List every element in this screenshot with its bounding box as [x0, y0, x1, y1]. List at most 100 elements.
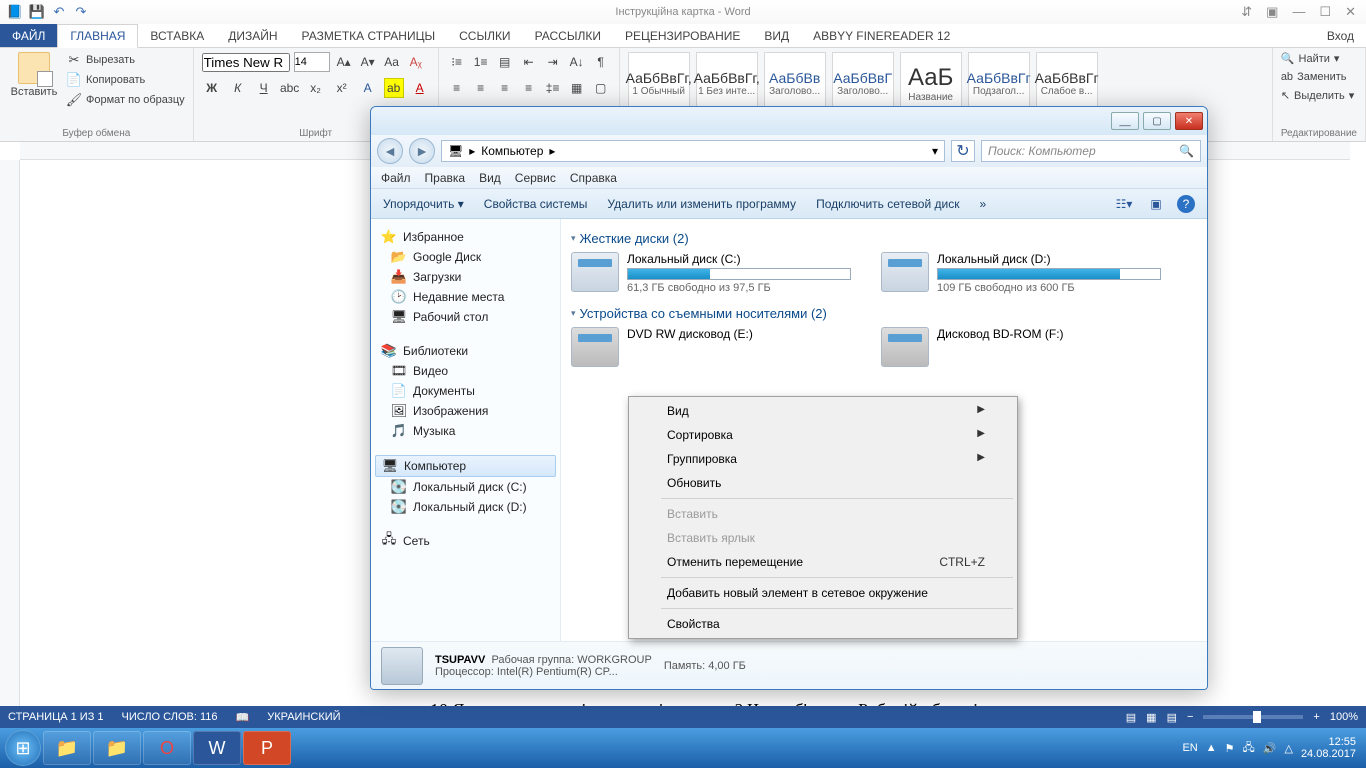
style-4[interactable]: АаБНазвание	[900, 52, 962, 114]
line-spacing-icon[interactable]: ‡≡	[543, 78, 563, 98]
start-button[interactable]: ⊞	[5, 730, 41, 766]
ctx-item-2[interactable]: Группировка▶	[631, 447, 1015, 471]
removable-0[interactable]: DVD RW дисковод (E:)	[571, 327, 851, 367]
subscript-icon[interactable]: x₂	[306, 78, 326, 98]
style-1[interactable]: АаБбВвГг,1 Без инте...	[696, 52, 758, 114]
address-path[interactable]: 🖥▸ Компьютер ▸ ▾	[441, 140, 945, 162]
explorer-minimize-button[interactable]: __	[1111, 112, 1139, 130]
section-hard-drives[interactable]: Жесткие диски (2)	[571, 231, 1197, 246]
tab-abbyy[interactable]: ABBYY FineReader 12	[801, 24, 962, 47]
tab-file[interactable]: ФАЙЛ	[0, 24, 57, 47]
highlight-icon[interactable]: ab	[384, 78, 404, 98]
menu-tools[interactable]: Сервис	[515, 171, 556, 185]
font-color-icon[interactable]: A	[410, 78, 430, 98]
sort-icon[interactable]: A↓	[567, 52, 587, 72]
nav-libraries[interactable]: 📚Библиотеки	[371, 341, 560, 361]
removable-1[interactable]: Дисковод BD-ROM (F:)	[881, 327, 1161, 367]
tab-home[interactable]: ГЛАВНАЯ	[57, 24, 138, 48]
paste-button[interactable]: Вставить	[8, 52, 60, 98]
ctx-item-3[interactable]: Обновить	[631, 471, 1015, 495]
tray-lang[interactable]: EN	[1182, 742, 1197, 754]
save-icon[interactable]: 💾	[28, 3, 46, 21]
tray-network-icon[interactable]: 🖧	[1243, 739, 1255, 758]
undo-icon[interactable]: ↶	[50, 3, 68, 21]
menu-edit[interactable]: Правка	[425, 171, 466, 185]
clear-format-icon[interactable]: Aᵪ	[406, 52, 426, 72]
tray-volume-icon[interactable]: 🔊	[1263, 742, 1277, 755]
align-center-icon[interactable]: ≡	[471, 78, 491, 98]
breadcrumb-computer[interactable]: Компьютер	[481, 144, 543, 158]
nav-music[interactable]: 🎵Музыка	[371, 421, 560, 441]
status-words[interactable]: ЧИСЛО СЛОВ: 116	[122, 711, 218, 723]
nav-computer[interactable]: 🖥Компьютер	[375, 455, 556, 477]
tray-gdrive-icon[interactable]: △	[1284, 742, 1292, 755]
bold-icon[interactable]: Ж	[202, 78, 222, 98]
section-removable[interactable]: Устройства со съемными носителями (2)	[571, 306, 1197, 321]
refresh-button[interactable]: ↻	[951, 140, 975, 162]
tab-view[interactable]: ВИД	[752, 24, 801, 47]
view-read-icon[interactable]: ▤	[1126, 711, 1136, 724]
close-icon[interactable]: ✕	[1345, 4, 1356, 20]
text-effects-icon[interactable]: A	[358, 78, 378, 98]
drive-1[interactable]: Локальный диск (D:)109 ГБ свободно из 60…	[881, 252, 1161, 294]
select-button[interactable]: ↖Выделить ▾	[1281, 89, 1355, 102]
tab-design[interactable]: ДИЗАЙН	[216, 24, 289, 47]
cmd-system-props[interactable]: Свойства системы	[484, 197, 588, 211]
style-6[interactable]: АаБбВвГгСлабое в...	[1036, 52, 1098, 114]
nav-documents[interactable]: 📄Документы	[371, 381, 560, 401]
shading-icon[interactable]: ▦	[567, 78, 587, 98]
style-3[interactable]: АаБбВвГЗаголово...	[832, 52, 894, 114]
tab-layout[interactable]: РАЗМЕТКА СТРАНИЦЫ	[290, 24, 448, 47]
nav-downloads[interactable]: 📥Загрузки	[371, 267, 560, 287]
ribbon-opts-icon[interactable]: ⇵	[1241, 4, 1252, 20]
tab-mailings[interactable]: РАССЫЛКИ	[523, 24, 613, 47]
nav-desktop[interactable]: 🖥Рабочий стол	[371, 307, 560, 327]
minimize-icon[interactable]: —	[1292, 4, 1305, 20]
status-language[interactable]: УКРАИНСКИЙ	[267, 711, 340, 723]
dec-indent-icon[interactable]: ⇤	[519, 52, 539, 72]
preview-pane-icon[interactable]: ▣	[1145, 193, 1167, 215]
explorer-close-button[interactable]: ✕	[1175, 112, 1203, 130]
tab-review[interactable]: РЕЦЕНЗИРОВАНИЕ	[613, 24, 752, 47]
nav-drive-c[interactable]: 💽Локальный диск (C:)	[371, 477, 560, 497]
taskbar-word[interactable]: W	[193, 731, 241, 765]
font-size-select[interactable]	[294, 52, 330, 72]
view-print-icon[interactable]: ▦	[1146, 711, 1156, 724]
nav-pictures[interactable]: 🖼Изображения	[371, 401, 560, 421]
cmd-uninstall[interactable]: Удалить или изменить программу	[607, 197, 796, 211]
status-page[interactable]: СТРАНИЦА 1 ИЗ 1	[8, 711, 104, 723]
align-right-icon[interactable]: ≡	[495, 78, 515, 98]
menu-help[interactable]: Справка	[570, 171, 617, 185]
copy-button[interactable]: 📄Копировать	[66, 72, 185, 88]
replace-button[interactable]: abЗаменить	[1281, 71, 1347, 83]
shrink-font-icon[interactable]: A▾	[358, 52, 378, 72]
cmd-organize[interactable]: Упорядочить ▾	[383, 197, 464, 211]
menu-view[interactable]: Вид	[479, 171, 501, 185]
nav-back-button[interactable]: ◄	[377, 138, 403, 164]
cmd-map-drive[interactable]: Подключить сетевой диск	[816, 197, 959, 211]
nav-drive-d[interactable]: 💽Локальный диск (D:)	[371, 497, 560, 517]
nav-recent[interactable]: 🕑Недавние места	[371, 287, 560, 307]
explorer-maximize-button[interactable]: ▢	[1143, 112, 1171, 130]
zoom-in-icon[interactable]: +	[1313, 711, 1319, 723]
font-name-select[interactable]	[202, 53, 290, 72]
drive-0[interactable]: Локальный диск (C:)61,3 ГБ свободно из 9…	[571, 252, 851, 294]
change-case-icon[interactable]: Aa	[382, 52, 402, 72]
justify-icon[interactable]: ≡	[519, 78, 539, 98]
multilevel-icon[interactable]: ▤	[495, 52, 515, 72]
superscript-icon[interactable]: x²	[332, 78, 352, 98]
align-left-icon[interactable]: ≡	[447, 78, 467, 98]
view-options-icon[interactable]: ☷▾	[1113, 193, 1135, 215]
fullscreen-icon[interactable]: ▣	[1266, 4, 1278, 20]
borders-icon[interactable]: ▢	[591, 78, 611, 98]
ruler-vertical[interactable]	[0, 160, 20, 710]
zoom-slider[interactable]	[1203, 715, 1303, 719]
taskbar-explorer2[interactable]: 📁	[93, 731, 141, 765]
italic-icon[interactable]: К	[228, 78, 248, 98]
explorer-titlebar[interactable]: __ ▢ ✕	[371, 107, 1207, 135]
explorer-search-input[interactable]: Поиск: Компьютер 🔍	[981, 140, 1201, 162]
show-marks-icon[interactable]: ¶	[591, 52, 611, 72]
zoom-level[interactable]: 100%	[1330, 711, 1358, 723]
nav-videos[interactable]: 🎞Видео	[371, 361, 560, 381]
style-5[interactable]: АаБбВвГгПодзагол...	[968, 52, 1030, 114]
